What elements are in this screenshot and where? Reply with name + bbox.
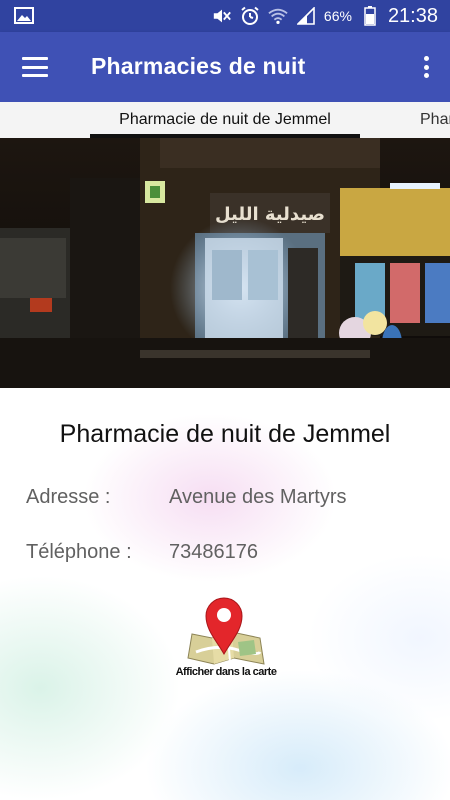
more-vert-icon[interactable] — [416, 52, 436, 82]
pharmacy-name: Pharmacie de nuit de Jemmel — [59, 420, 391, 448]
mute-icon — [212, 6, 232, 26]
image-icon — [14, 7, 34, 24]
status-bar: 66% 21:38 — [0, 0, 450, 32]
tab-next-pharmacy[interactable]: Pharmacie de nuit de Ksar Hellal — [420, 102, 450, 138]
menu-icon[interactable] — [18, 53, 52, 81]
battery-icon — [360, 6, 380, 26]
address-label: Adresse : — [26, 486, 111, 508]
signal-icon — [296, 6, 316, 26]
show-on-map-button[interactable]: Afficher dans la carte — [168, 592, 284, 684]
tab-jemmel[interactable]: Pharmacie de nuit de Jemmel — [90, 102, 360, 138]
app-title: Pharmacies de nuit — [91, 53, 306, 79]
pharmacy-photo: صيدلية الليل — [0, 138, 450, 388]
battery-percent: 66% — [323, 8, 352, 24]
alarm-icon — [240, 6, 260, 26]
map-pin-icon — [187, 597, 265, 665]
show-on-map-label: Afficher dans la carte — [175, 666, 277, 678]
phone-label: Téléphone : — [26, 541, 132, 563]
app-bar: Pharmacies de nuit — [0, 32, 450, 102]
address-value: Avenue des Martyrs — [169, 486, 347, 508]
pharmacy-details: Pharmacie de nuit de Jemmel Adresse : Av… — [0, 388, 450, 800]
status-clock: 21:38 — [387, 4, 438, 27]
tab-bar: Pharmacie de nuit de Jemmel Pharmacie de… — [0, 102, 450, 138]
wifi-icon — [268, 6, 288, 26]
phone-value[interactable]: 73486176 — [169, 541, 258, 564]
